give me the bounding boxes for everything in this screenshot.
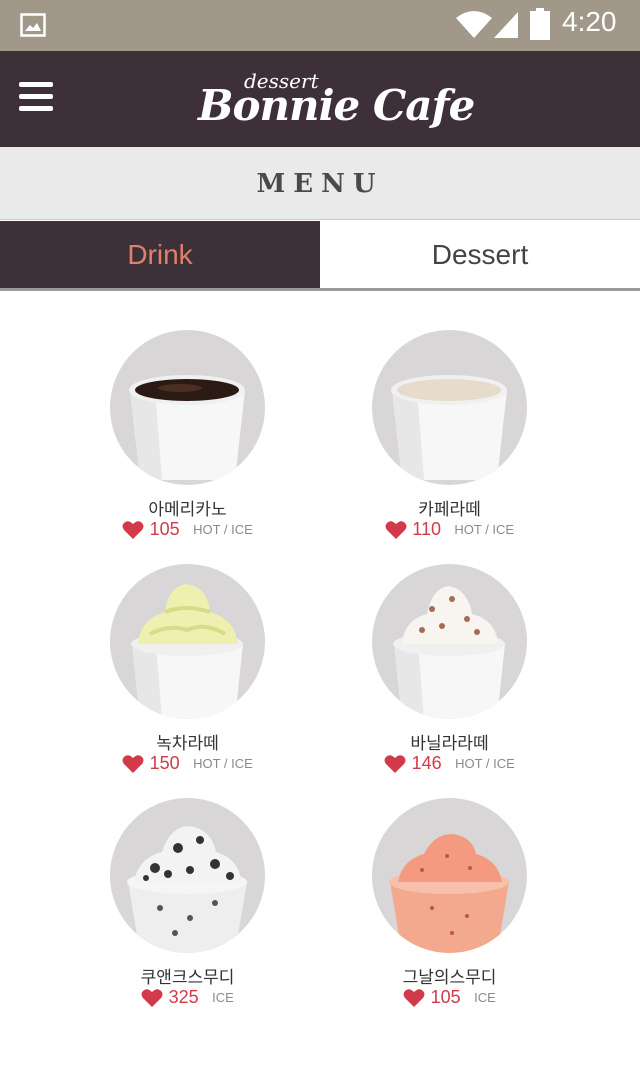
like-count: 105 [430,987,461,1007]
item-meta: 105 ICE [307,987,592,1008]
item-name: 아메리카노 [148,500,227,520]
temperature-options: HOT / ICE [455,756,515,771]
logo-title: Bonnie Cafe [198,81,475,130]
heart-icon[interactable] [384,754,406,774]
temperature-options: ICE [474,990,496,1005]
daily-smoothie-image [372,798,527,953]
like-count: 105 [149,519,180,539]
battery-icon [530,8,550,40]
heart-icon[interactable] [122,754,144,774]
heart-icon[interactable] [385,520,407,540]
menu-item[interactable]: 바닐라라떼 146 HOT / ICE [307,544,547,774]
temperature-options: HOT / ICE [193,756,253,771]
category-tabs: Drink Dessert [0,221,640,291]
like-count: 110 [412,519,441,539]
green-tea-latte-image [110,564,265,719]
item-meta: 110 HOT / ICE [307,519,592,540]
cafe-latte-image [372,330,527,485]
item-name: 바닐라라떼 [410,734,489,754]
cafe-logo: dessert Bonnie Cafe [198,67,475,133]
like-count: 150 [149,753,180,773]
like-count: 146 [411,753,442,773]
item-meta: 325 ICE [45,987,330,1008]
item-meta: 150 HOT / ICE [45,753,330,774]
tab-dessert[interactable]: Dessert [320,221,640,288]
signal-icon [494,12,518,38]
temperature-options: HOT / ICE [193,522,253,537]
like-count: 325 [168,987,199,1007]
menu-item[interactable]: 카페라떼 110 HOT / ICE [307,310,547,540]
item-meta: 146 HOT / ICE [307,753,592,774]
heart-icon[interactable] [122,520,144,540]
image-notification-icon [20,13,46,37]
item-name: 쿠앤크스무디 [140,968,235,988]
menu-section-header: MENU [0,147,640,220]
item-meta: 105 HOT / ICE [45,519,330,540]
item-name: 카페라떼 [418,500,481,520]
menu-item[interactable]: 녹차라떼 150 HOT / ICE [45,544,285,774]
temperature-options: ICE [212,990,234,1005]
menu-item[interactable]: 쿠앤크스무디 325 ICE [45,778,285,1008]
tab-drink[interactable]: Drink [0,221,320,288]
hamburger-menu-icon[interactable] [14,75,58,119]
menu-item[interactable]: 아메리카노 105 HOT / ICE [45,310,285,540]
app-bar: dessert Bonnie Cafe [0,51,640,147]
page-title: MENU [256,169,384,199]
status-bar: 4:20 [0,0,640,51]
heart-icon[interactable] [403,988,425,1008]
vanilla-latte-image [372,564,527,719]
menu-item[interactable]: 그날의스무디 105 ICE [307,778,547,1008]
americano-image [110,330,265,485]
heart-icon[interactable] [141,988,163,1008]
temperature-options: HOT / ICE [454,522,515,537]
item-name: 녹차라떼 [156,734,219,754]
wifi-icon [456,11,492,38]
cookies-and-cream-smoothie-image [110,798,265,953]
item-name: 그날의스무디 [402,968,497,988]
status-time: 4:20 [562,6,617,37]
